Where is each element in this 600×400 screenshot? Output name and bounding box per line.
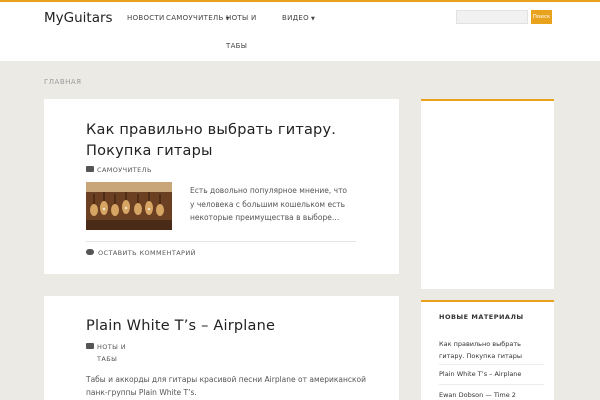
comment-icon: [86, 249, 94, 255]
sidebar-widget-ad: [421, 99, 554, 289]
nav-item-video[interactable]: ВИДЕО ▼: [282, 14, 315, 22]
post-category-label: ТАБЫ: [97, 355, 118, 363]
guitar-shop-image: [86, 182, 172, 230]
recent-post-divider: [439, 384, 544, 385]
caret-down-icon: ▼: [310, 16, 316, 22]
post-excerpt: Табы и аккорды для гитары красивой песни…: [86, 375, 367, 397]
post-divider: [86, 241, 356, 242]
folder-icon: [86, 343, 94, 349]
folder-icon: [86, 166, 94, 172]
search-button[interactable]: Поиск: [531, 10, 552, 24]
nav-label-tutorial: САМОУЧИТЕЛЬ: [166, 14, 224, 22]
sidebar-widget-recent: НОВЫЕ МАТЕРИАЛЫ Как правильно выбрать ги…: [421, 300, 554, 400]
post-category[interactable]: НОТЫ И ТАБЫ: [86, 342, 126, 364]
nav-item-tutorial[interactable]: САМОУЧИТЕЛЬ ▼: [166, 14, 230, 22]
post-category-label: САМОУЧИТЕЛЬ: [97, 166, 152, 174]
post-category[interactable]: САМОУЧИТЕЛЬ: [86, 165, 152, 175]
recent-post-link[interactable]: Plain White T’s – Airplane: [439, 368, 544, 380]
nav-label-tabs: ТАБЫ: [226, 42, 248, 50]
leave-comment-label: ОСТАВИТЬ КОММЕНТАРИЙ: [98, 249, 196, 257]
post-thumbnail[interactable]: [86, 182, 172, 230]
breadcrumb[interactable]: ГЛАВНАЯ: [44, 78, 82, 86]
post-excerpt: Есть довольно популярное мнение, что у ч…: [190, 186, 348, 222]
post-category-label: НОТЫ И: [97, 343, 127, 351]
nav-item-tabs[interactable]: ТАБЫ: [226, 42, 247, 50]
nav-label-notes: НОТЫ И: [226, 14, 257, 22]
recent-post-divider: [439, 364, 544, 365]
post-title-line: Как правильно выбрать гитару.: [86, 122, 337, 138]
search-input[interactable]: [456, 10, 528, 24]
post-title-line: Покупка гитары: [86, 143, 213, 159]
recent-posts-title: НОВЫЕ МАТЕРИАЛЫ: [439, 313, 524, 321]
nav-item-notes[interactable]: НОТЫ И: [226, 14, 257, 22]
post-title-link[interactable]: Plain White T’s – Airplane: [86, 316, 275, 337]
recent-post-link[interactable]: Как правильно выбрать гитару. Покупка ги…: [439, 338, 544, 362]
nav-label-news: НОВОСТИ: [127, 14, 165, 22]
nav-label-video: ВИДЕО: [282, 14, 309, 22]
site-header: MyGuitars НОВОСТИ САМОУЧИТЕЛЬ ▼ НОТЫ И ВИ…: [0, 2, 600, 61]
site-logo[interactable]: MyGuitars: [44, 10, 113, 26]
recent-post-link[interactable]: Ewan Dobson — Time 2: [439, 389, 544, 400]
post-title-link[interactable]: Как правильно выбрать гитару. Покупка ги…: [86, 120, 336, 162]
leave-comment-link[interactable]: ОСТАВИТЬ КОММЕНТАРИЙ: [86, 249, 196, 257]
nav-item-news[interactable]: НОВОСТИ: [127, 14, 165, 22]
